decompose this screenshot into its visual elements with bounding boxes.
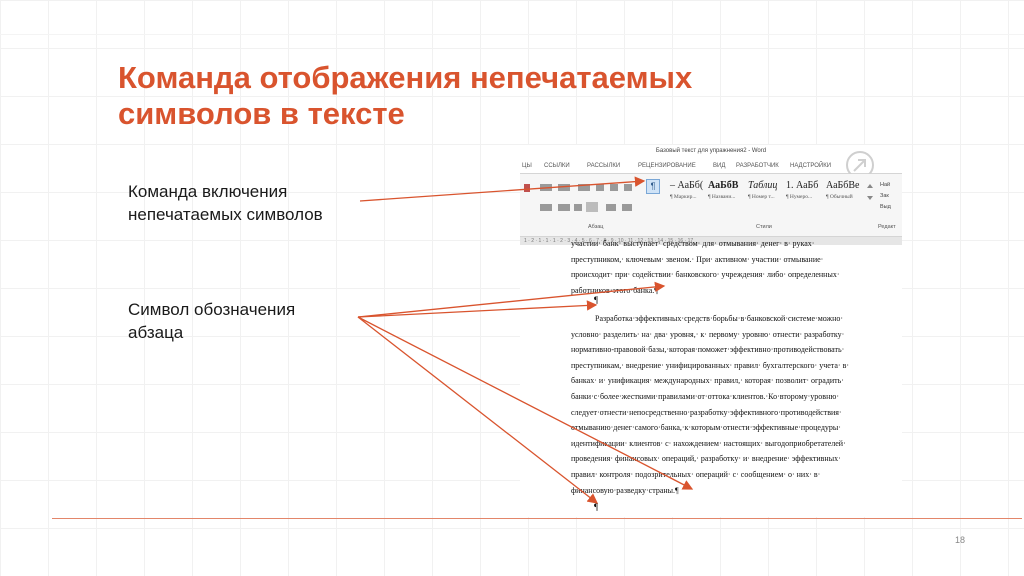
slide-title-line-2: символов в тексте: [118, 96, 405, 131]
tab-view[interactable]: ВИД: [713, 163, 725, 169]
styles-scroll-icon[interactable]: [866, 182, 874, 208]
label-paragraph-symbol: Символ обозначения абзаца: [128, 298, 295, 344]
edit-group: Най Зак Выд: [880, 180, 891, 213]
doc-line: идентификации· клиентов· с· нахождением·…: [571, 438, 846, 448]
label-paragraph-symbol-line-1: Символ обозначения: [128, 300, 296, 319]
tab-references[interactable]: ССЫЛКИ: [544, 163, 570, 169]
doc-line: отмыванию·денег·самого·банка,·к·которым·…: [571, 423, 841, 433]
label-command-line-1: Команда включения: [128, 182, 288, 201]
select-button[interactable]: Выд: [880, 202, 891, 213]
doc-line: работников·этого·банка.¶: [571, 285, 658, 295]
doc-line: банки·с·более·жесткими·правилами·от·отто…: [571, 391, 839, 401]
tab-addins[interactable]: НАДСТРОЙКИ: [790, 163, 831, 169]
doc-line: участии· банк· выступает· средством· для…: [571, 239, 815, 248]
page-number: 18: [955, 535, 966, 545]
replace-button[interactable]: Зак: [880, 191, 891, 202]
group-label-paragraph: Абзац: [588, 224, 604, 230]
group-label-edit: Редакт: [878, 224, 896, 230]
doc-line: происходит· при· содействии· банковского…: [571, 270, 840, 280]
final-paragraph-mark: ¶: [594, 502, 599, 512]
empty-paragraph-mark: ¶: [594, 295, 599, 305]
label-command: Команда включения непечатаемых символов: [128, 180, 323, 226]
label-paragraph-symbol-line-2: абзаца: [128, 323, 184, 342]
style-normal[interactable]: АаБбВе ¶ Обычный: [826, 180, 870, 208]
slide-title-line-1: Команда отображения непечатаемых: [118, 60, 693, 95]
top-divider: [0, 34, 1024, 35]
tab-partial[interactable]: ЦЫ: [522, 163, 532, 169]
style-table-number[interactable]: Таблиц ¶ Номер т...: [748, 180, 788, 208]
paragraph-group-icons: [524, 184, 632, 212]
ribbon: ¶ – АаБб( ¶ Маркир... АаБбВ ¶ Названи...…: [520, 174, 902, 237]
doc-line: правил· контроля· подозрительных· операц…: [571, 469, 821, 479]
doc-line: нормативно-правовой·базы,·которая·поможе…: [571, 345, 845, 355]
doc-line: преступникам,· внедрение· унифицированны…: [571, 360, 850, 370]
label-command-line-2: непечатаемых символов: [128, 205, 323, 224]
tab-mailings[interactable]: РАССЫЛКИ: [587, 163, 620, 169]
doc-line: финансовую·разведку·страны.¶: [571, 485, 679, 495]
tab-review[interactable]: РЕЦЕНЗИРОВАНИЕ: [638, 163, 696, 169]
group-label-styles: Стили: [756, 224, 772, 230]
doc-line: условно· разделить· на· два· уровня,· к·…: [571, 329, 845, 339]
style-title[interactable]: АаБбВ ¶ Названи...: [708, 180, 752, 208]
doc-line: следует·отнести·непосредственно·разработ…: [571, 407, 842, 417]
doc-line: проведения· финансовых· операций,· разра…: [571, 454, 841, 464]
doc-line: Разработка·эффективных·средств·борьбы·в·…: [595, 314, 844, 323]
doc-line: банках· и· унификация· международных· пр…: [571, 376, 844, 386]
show-formatting-marks-button[interactable]: ¶: [646, 179, 660, 194]
document-page[interactable]: участии· банк· выступает· средством· для…: [520, 239, 902, 517]
ribbon-tabs: ЦЫ ССЫЛКИ РАССЫЛКИ РЕЦЕНЗИРОВАНИЕ ВИД РА…: [520, 151, 902, 179]
style-numbered[interactable]: 1. АаБб ¶ Нумеро...: [786, 180, 826, 208]
find-button[interactable]: Най: [880, 180, 891, 191]
bottom-divider: [52, 518, 1022, 519]
doc-line: преступником,· ключевым· звеном.· При· а…: [571, 254, 824, 264]
paragraph-2: Разработка·эффективных·средств·борьбы·в·…: [571, 311, 880, 498]
slide-title: Команда отображения непечатаемых символо…: [118, 60, 818, 132]
tab-developer[interactable]: РАЗРАБОТЧИК: [736, 163, 779, 169]
word-screenshot: Базовый текст для упражнения2 - Word ЦЫ …: [520, 145, 902, 517]
paragraph-1: участии· банк· выступает· средством· для…: [571, 236, 880, 298]
